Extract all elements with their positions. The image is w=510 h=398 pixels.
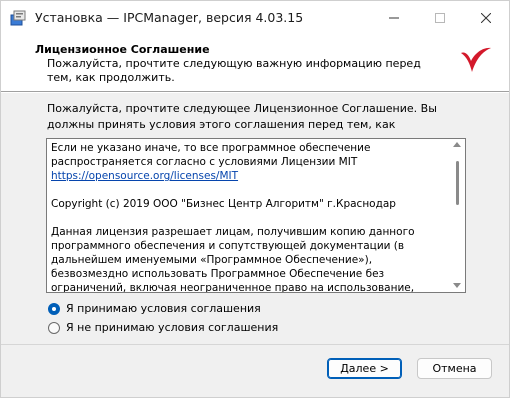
maximize-button[interactable] [417,1,463,35]
close-button[interactable] [463,1,509,35]
license-text: Если не указано иначе, то все программно… [51,141,447,293]
minimize-button[interactable] [371,1,417,35]
decline-radio-label[interactable]: Я не принимаю условия соглашения [66,321,278,334]
cancel-button[interactable]: Отмена [417,358,492,379]
license-paragraph-2: Copyright (c) 2019 ООО "Бизнес Центр Алг… [51,198,396,210]
license-scrollbar[interactable] [450,139,465,292]
window-title: Установка — IPCManager, версия 4.03.15 [35,10,304,25]
accept-radio-option[interactable]: Я принимаю условия соглашения [48,302,261,315]
scroll-up-arrow-icon[interactable] [453,142,461,147]
close-icon [481,13,491,23]
installer-window: Установка — IPCManager, версия 4.03.15 Л… [0,0,510,398]
accept-radio-label[interactable]: Я принимаю условия соглашения [66,302,261,315]
license-link[interactable]: https://opensource.org/licenses/MIT [51,170,238,182]
title-bar[interactable]: Установка — IPCManager, версия 4.03.15 [1,1,509,35]
page-subtitle: Пожалуйста, прочтите следующую важную ин… [47,57,421,84]
license-intro: Если не указано иначе, то все программно… [51,142,371,168]
header-divider-highlight [1,92,509,93]
decline-radio-option[interactable]: Я не принимаю условия соглашения [48,321,278,334]
scroll-down-arrow-icon[interactable] [453,283,461,288]
license-paragraph-1: Если не указано иначе, то все программно… [51,141,447,183]
license-paragraph-3: Данная лицензия разрешает лицам, получив… [51,226,415,293]
scrollbar-thumb[interactable] [456,161,459,205]
license-textbox[interactable]: Если не указано иначе, то все программно… [46,138,466,293]
wizard-header: Лицензионное Соглашение Пожалуйста, проч… [1,35,509,91]
maximize-icon [435,13,445,23]
footer-divider [1,344,509,345]
accept-radio[interactable] [48,302,60,315]
installer-app-icon [10,10,26,26]
decline-radio[interactable] [48,321,60,334]
page-title: Лицензионное Соглашение [35,43,210,56]
company-logo-icon [461,47,491,72]
next-button[interactable]: Далее > [327,358,402,379]
minimize-icon [389,17,399,19]
